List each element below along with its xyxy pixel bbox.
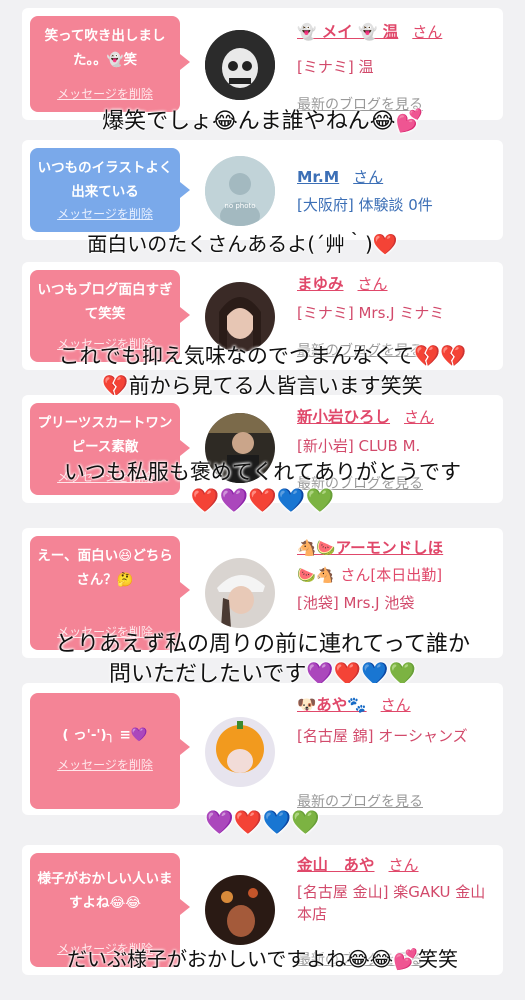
shop-info: [大阪府] 体験談 0件 bbox=[297, 196, 433, 214]
user-name[interactable]: 👻 メイ 👻 温さん bbox=[297, 20, 442, 42]
night-avatar-icon bbox=[205, 875, 275, 945]
san-label: さん bbox=[404, 408, 435, 426]
shop-info: [ミナミ] Mrs.J ミナミ bbox=[297, 304, 445, 322]
message-card: いつものイラストよく出来ている メッセージを削除 no photo Mr.M さん… bbox=[22, 140, 503, 240]
skull-avatar-icon bbox=[205, 30, 275, 100]
san-label: さん bbox=[357, 275, 388, 293]
shop-info: [池袋] Mrs.J 池袋 bbox=[297, 594, 415, 612]
shop-info: [名古屋 錦] オーシャンズ bbox=[297, 727, 468, 745]
overlay-caption: いつも私服も褒めてくれてありがとうです bbox=[63, 460, 462, 484]
user-name[interactable]: まゆみ さん bbox=[297, 272, 388, 294]
overlay-caption: ❤️💜❤️💙💚 bbox=[190, 488, 335, 514]
overlay-caption: 爆笑でしょ😂んま誰やねん😂💕 bbox=[102, 109, 423, 134]
message-text: 笑って吹き出しました。。👻笑 bbox=[44, 28, 166, 68]
user-name[interactable]: Mr.M さん bbox=[297, 166, 383, 187]
message-card: ( っ'-')╮ ≡💜 メッセージを削除 🐶あや🐾 さん [名古屋 錦] オーシャ… bbox=[22, 683, 503, 815]
overlay-caption: 💜❤️💙💚 bbox=[205, 810, 320, 836]
avatar[interactable]: no photo bbox=[205, 156, 275, 226]
message-text: 様子がおかしい人いますよね😂😂 bbox=[37, 871, 173, 911]
overlay-caption: だいぶ様子がおかしいですよね😂😂💕笑笑 bbox=[66, 947, 459, 971]
latest-blog-link[interactable]: 最新のブログを見る bbox=[297, 791, 423, 811]
no-photo-icon: no photo bbox=[205, 156, 275, 226]
avatar[interactable] bbox=[205, 875, 275, 945]
svg-text:no photo: no photo bbox=[224, 202, 255, 210]
san-label: さん bbox=[412, 23, 443, 41]
avatar[interactable] bbox=[205, 717, 275, 787]
user-name[interactable]: 🐴🍉アーモンドしほ bbox=[297, 536, 443, 558]
avatar[interactable] bbox=[205, 558, 275, 628]
woman-avatar-icon bbox=[205, 558, 275, 628]
san-label: さん[本日出勤] bbox=[340, 566, 443, 584]
message-bubble: 笑って吹き出しました。。👻笑 メッセージを削除 bbox=[30, 16, 190, 112]
pumpkin-avatar-icon bbox=[205, 717, 275, 787]
overlay-caption: 面白いのたくさんあるよ(´艸｀)❤️ bbox=[87, 232, 398, 256]
overlay-caption: とりあえず私の周りの前に連れてって誰か bbox=[55, 632, 470, 657]
delete-message-link[interactable]: メッセージを削除 bbox=[30, 202, 180, 226]
san-label: さん bbox=[353, 168, 384, 186]
delete-message-link[interactable]: メッセージを削除 bbox=[30, 753, 180, 777]
message-bubble: ( っ'-')╮ ≡💜 メッセージを削除 bbox=[30, 693, 190, 809]
message-text: いつもブログ面白すぎて笑笑 bbox=[37, 282, 173, 322]
san-label: さん bbox=[388, 856, 419, 874]
user-name-line2: 🍉🐴 さん[本日出勤] bbox=[297, 566, 443, 584]
message-text: えー、面白い😆どちらさん？🤔 bbox=[37, 548, 173, 588]
user-name[interactable]: 新小岩ひろし さん bbox=[297, 405, 434, 427]
message-text: ( っ'-')╮ ≡💜 bbox=[62, 727, 148, 743]
avatar[interactable] bbox=[205, 30, 275, 100]
san-label: さん bbox=[380, 696, 411, 714]
shop-info: [ミナミ] 温 bbox=[297, 58, 374, 76]
message-text: プリーツスカートワンピース素敵 bbox=[37, 415, 173, 455]
shop-info: [新小岩] CLUB M. bbox=[297, 437, 421, 455]
overlay-caption: これでも抑え気味なのでつまんなくて💔💔 bbox=[58, 344, 467, 368]
user-name[interactable]: 🐶あや🐾 さん bbox=[297, 693, 411, 715]
message-bubble: いつものイラストよく出来ている メッセージを削除 bbox=[30, 148, 190, 232]
shop-info: [名古屋 金山] 楽GAKU 金山本店 bbox=[297, 883, 486, 923]
user-name[interactable]: 金山 あや さん bbox=[297, 853, 419, 875]
message-text: いつものイラストよく出来ている bbox=[37, 160, 173, 200]
